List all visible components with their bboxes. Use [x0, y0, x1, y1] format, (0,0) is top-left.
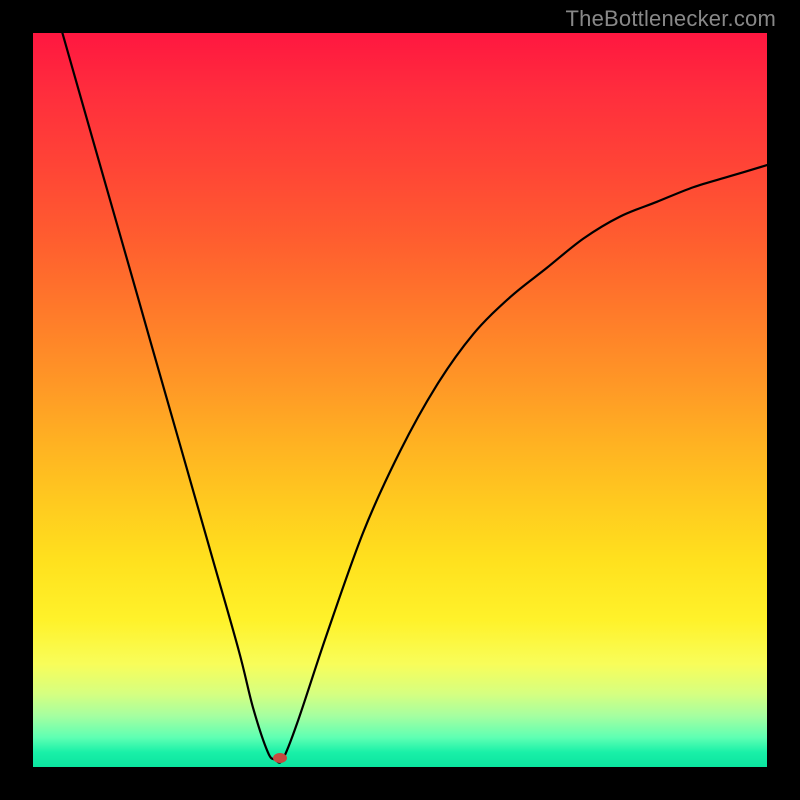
- optimal-marker: [273, 753, 287, 763]
- bottleneck-curve: [33, 33, 767, 767]
- watermark-text: TheBottlenecker.com: [566, 6, 776, 32]
- chart-plot-area: [33, 33, 767, 767]
